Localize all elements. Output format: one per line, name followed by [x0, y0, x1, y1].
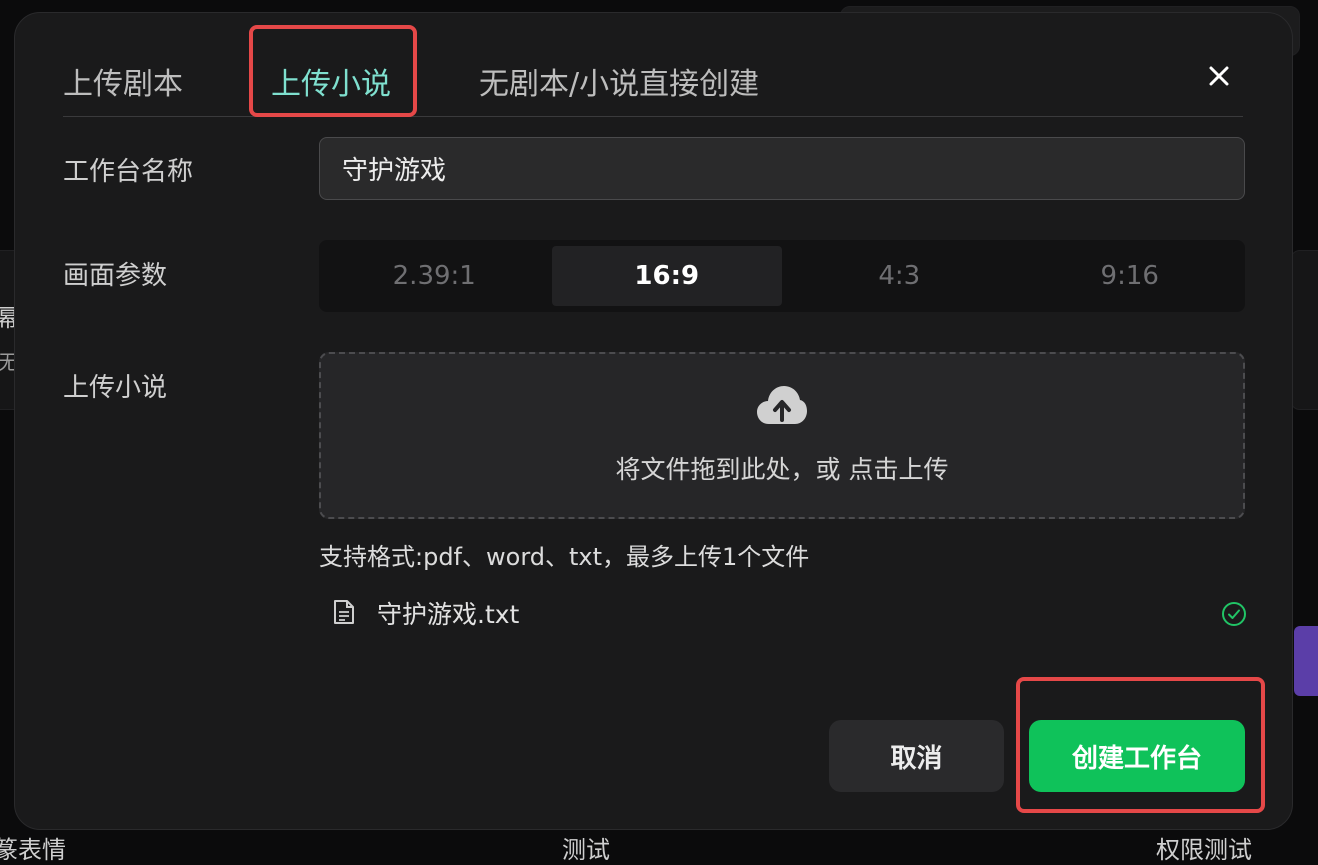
- tab-upload-script[interactable]: 上传剧本: [63, 59, 183, 103]
- close-button[interactable]: [1204, 61, 1234, 91]
- ratio-option-2-39-1[interactable]: 2.39:1: [319, 246, 550, 306]
- ratio-option-4-3[interactable]: 4:3: [784, 246, 1015, 306]
- cloud-upload-icon: [755, 384, 809, 428]
- bg-text-bottom-left: 篆表情: [0, 830, 66, 865]
- workspace-name-input[interactable]: [319, 137, 1245, 200]
- check-circle-icon: [1221, 601, 1247, 627]
- bg-card-right: [1290, 250, 1318, 410]
- upload-hint: 将文件拖到此处，或 点击上传: [321, 450, 1243, 486]
- ratio-selector: 2.39:1 16:9 4:3 9:16: [319, 240, 1245, 312]
- ratio-option-16-9[interactable]: 16:9: [552, 246, 783, 306]
- bg-purple-block: [1294, 626, 1318, 696]
- ratio-option-9-16[interactable]: 9:16: [1015, 246, 1246, 306]
- supported-formats-text: 支持格式:pdf、word、txt，最多上传1个文件: [319, 537, 809, 572]
- tab-divider: [63, 116, 1243, 117]
- cancel-button[interactable]: 取消: [829, 720, 1004, 792]
- bg-text-bottom-mid: 测试: [562, 830, 610, 865]
- upload-label: 上传小说: [63, 367, 167, 404]
- uploaded-file-name: 守护游戏.txt: [377, 595, 519, 631]
- create-workspace-dialog: 上传剧本 上传小说 无剧本/小说直接创建 工作台名称 画面参数 2.39:1 1…: [14, 12, 1293, 830]
- upload-dropzone[interactable]: 将文件拖到此处，或 点击上传: [319, 352, 1245, 519]
- workspace-name-label: 工作台名称: [63, 151, 193, 188]
- ratio-label: 画面参数: [63, 255, 167, 292]
- document-icon: [333, 599, 355, 625]
- close-icon: [1208, 65, 1230, 87]
- uploaded-file-item[interactable]: 守护游戏.txt: [333, 595, 1247, 635]
- highlight-box-tab: [249, 25, 417, 117]
- tab-create-directly[interactable]: 无剧本/小说直接创建: [479, 59, 759, 103]
- bg-text-bottom-right: 权限测试: [1156, 830, 1252, 865]
- create-workspace-button[interactable]: 创建工作台: [1029, 720, 1245, 792]
- tab-bar: 上传剧本 上传小说 无剧本/小说直接创建: [63, 53, 1244, 117]
